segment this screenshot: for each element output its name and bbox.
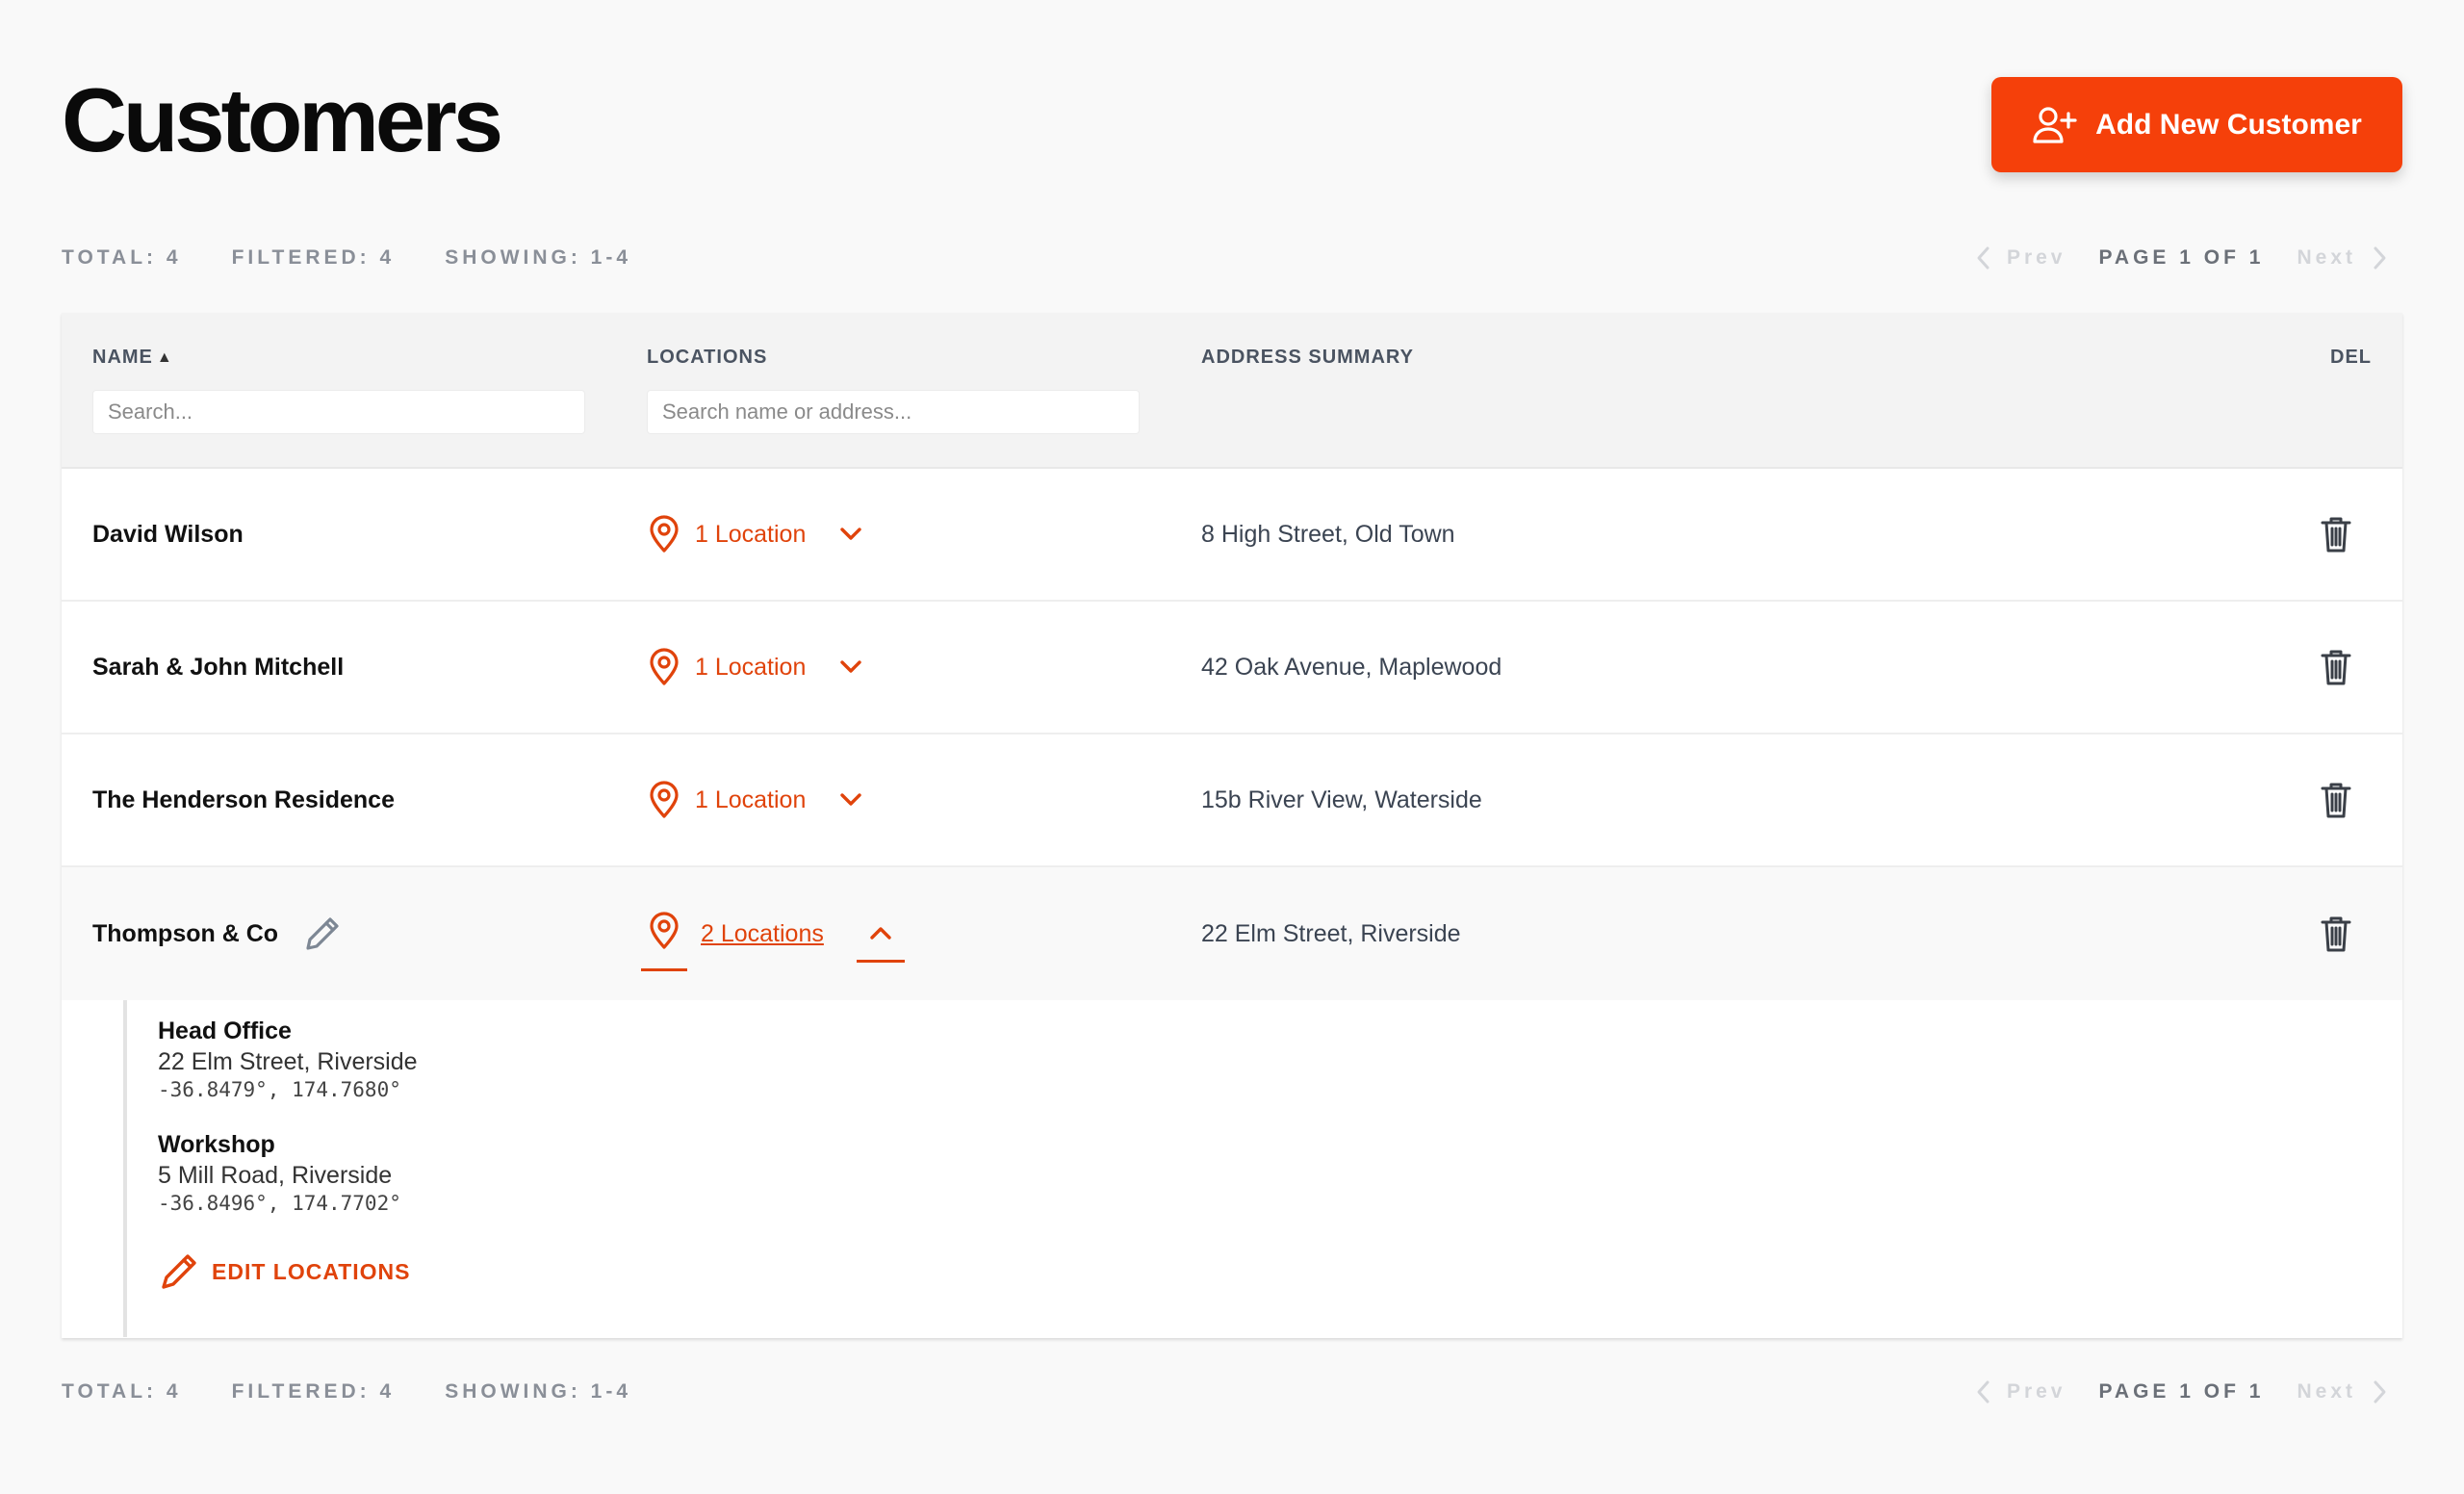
location-coordinates: -36.8496°, 174.7702° [158, 1192, 401, 1215]
name-filter-input[interactable] [92, 390, 585, 434]
prev-label: Prev [2006, 1380, 2066, 1403]
filtered-count: FILTERED: 4 [231, 1380, 396, 1403]
add-new-customer-button[interactable]: Add New Customer [1991, 77, 2402, 172]
stats-bar-bottom: TOTAL: 4 FILTERED: 4 SHOWING: 1-4 Prev P… [62, 1373, 2402, 1411]
column-name-label: NAME [92, 347, 153, 368]
location-address: 5 Mill Road, Riverside [158, 1162, 393, 1189]
next-page-button[interactable]: Next [2297, 245, 2389, 270]
address-summary: 22 Elm Street, Riverside [1201, 919, 1461, 947]
location-coordinates: -36.8479°, 174.7680° [158, 1078, 401, 1101]
showing-range: SHOWING: 1-4 [445, 246, 632, 269]
table-row: David Wilson 1 Location 8 High Street, O… [62, 469, 2402, 602]
showing-range: SHOWING: 1-4 [445, 1380, 632, 1403]
address-summary: 15b River View, Waterside [1201, 786, 1482, 813]
column-header-delete: DEL [2330, 347, 2372, 368]
page-indicator: PAGE 1 OF 1 [2098, 1380, 2265, 1403]
table-row: The Henderson Residence 1 Location 15b R… [62, 734, 2402, 867]
table-row: Thompson & Co 2 Locations 22 Elm Street,… [62, 867, 2402, 1000]
add-new-customer-label: Add New Customer [2095, 108, 2362, 141]
expanded-locations-panel: Head Office 22 Elm Street, Riverside -36… [62, 1000, 2402, 1337]
customers-table: NAME ▲ LOCATIONS ADDRESS SUMMARY DEL Dav… [62, 313, 2402, 1338]
customer-name: Sarah & John Mitchell [92, 653, 345, 681]
location-name: Workshop [158, 1131, 275, 1158]
pencil-icon[interactable] [303, 914, 342, 953]
trash-icon[interactable] [2320, 515, 2352, 554]
chevron-down-icon [840, 660, 862, 673]
locations-toggle[interactable]: 1 Location [647, 781, 863, 819]
column-header-address: ADDRESS SUMMARY [1201, 347, 1414, 368]
locations-count: 2 Locations [701, 919, 824, 947]
address-summary: 42 Oak Avenue, Maplewood [1201, 653, 1502, 681]
pin-wrapper [641, 911, 687, 971]
column-header-locations: LOCATIONS [647, 347, 768, 368]
page-title: Customers [62, 69, 503, 170]
trash-icon[interactable] [2320, 648, 2352, 686]
map-pin-icon [650, 781, 679, 818]
table-row: Sarah & John Mitchell 1 Location 42 Oak … [62, 602, 2402, 734]
locations-toggle[interactable]: 1 Location [647, 648, 863, 686]
chevron-right-icon [2374, 246, 2386, 270]
prev-page-button[interactable]: Prev [1974, 245, 2066, 270]
sort-ascending-icon: ▲ [156, 348, 173, 366]
customer-name: David Wilson [92, 520, 244, 548]
chevron-left-icon [1977, 246, 1989, 270]
location-address: 22 Elm Street, Riverside [158, 1048, 418, 1075]
customer-name-cell: Thompson & Co [92, 914, 342, 953]
pagination: Prev PAGE 1 OF 1 Next [1974, 245, 2389, 270]
location-item: Head Office 22 Elm Street, Riverside -36… [158, 1016, 418, 1102]
location-name: Head Office [158, 1017, 292, 1044]
locations-count: 1 Location [695, 653, 807, 681]
edit-locations-label: EDIT LOCATIONS [212, 1258, 411, 1284]
locations-count: 1 Location [695, 520, 807, 548]
chevron-right-icon [2374, 1380, 2386, 1404]
edit-locations-button[interactable]: EDIT LOCATIONS [160, 1252, 411, 1291]
locations-filter-input[interactable] [647, 390, 1140, 434]
stats-bar-top: TOTAL: 4 FILTERED: 4 SHOWING: 1-4 Prev P… [62, 239, 2402, 277]
next-label: Next [2297, 1380, 2356, 1403]
customer-name: Thompson & Co [92, 919, 279, 947]
location-item: Workshop 5 Mill Road, Riverside -36.8496… [158, 1129, 401, 1216]
total-count: TOTAL: 4 [62, 246, 182, 269]
chevron-down-icon [840, 528, 862, 540]
next-label: Next [2297, 246, 2356, 269]
user-plus-icon [2033, 106, 2077, 143]
locations-count: 1 Location [695, 786, 807, 813]
locations-toggle[interactable]: 1 Location [647, 515, 863, 554]
address-summary: 8 High Street, Old Town [1201, 520, 1455, 548]
prev-page-button[interactable]: Prev [1974, 1379, 2066, 1404]
total-count: TOTAL: 4 [62, 1380, 182, 1403]
pencil-icon [162, 1254, 196, 1289]
chevron-left-icon [1977, 1380, 1989, 1404]
chevron-wrapper [856, 920, 905, 963]
prev-label: Prev [2006, 246, 2066, 269]
page-indicator: PAGE 1 OF 1 [2098, 246, 2265, 269]
filtered-count: FILTERED: 4 [231, 246, 396, 269]
map-pin-icon [650, 911, 679, 949]
locations-toggle[interactable]: 2 Locations [641, 897, 905, 971]
chevron-down-icon [840, 793, 862, 806]
chevron-up-icon [870, 926, 891, 940]
map-pin-icon [650, 515, 679, 553]
pagination: Prev PAGE 1 OF 1 Next [1974, 1379, 2389, 1404]
customer-name: The Henderson Residence [92, 786, 395, 813]
next-page-button[interactable]: Next [2297, 1379, 2389, 1404]
trash-icon[interactable] [2320, 781, 2352, 819]
table-header: NAME ▲ LOCATIONS ADDRESS SUMMARY DEL [62, 313, 2402, 469]
panel-divider [123, 1000, 127, 1337]
column-header-name[interactable]: NAME ▲ [92, 347, 173, 369]
trash-icon[interactable] [2320, 914, 2352, 953]
map-pin-icon [650, 648, 679, 685]
